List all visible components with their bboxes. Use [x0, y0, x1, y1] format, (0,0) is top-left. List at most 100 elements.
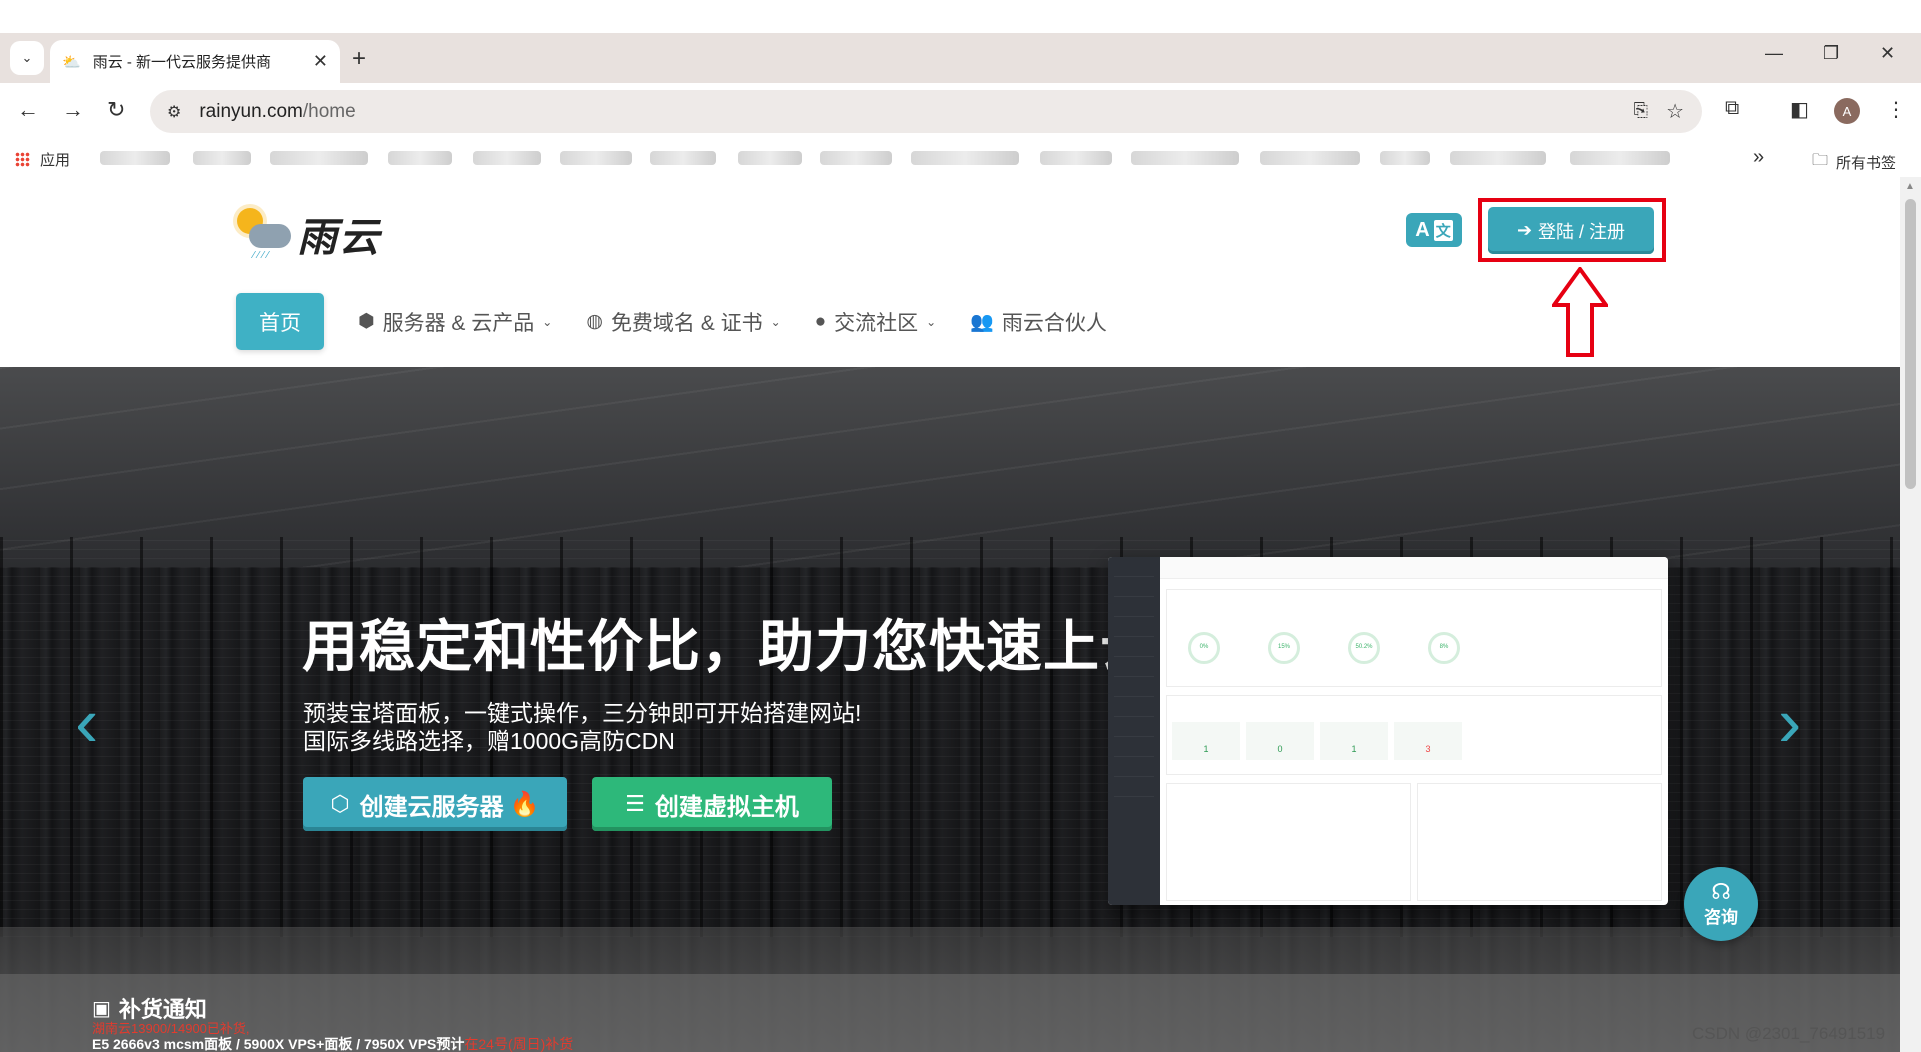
nav-community-label: 交流社区: [834, 311, 919, 335]
comment-icon: ●: [814, 310, 827, 332]
window-close-icon[interactable]: ✕: [1880, 43, 1895, 64]
nav-servers-label: 服务器 & 云产品: [382, 311, 535, 335]
tab-close-icon[interactable]: ✕: [313, 51, 328, 72]
tab-bar: ⌄ ⛅ 雨云 - 新一代云服务提供商 ✕ + — ❐ ✕: [0, 33, 1921, 83]
nav-partner[interactable]: 👥 雨云合伙人: [970, 307, 1107, 337]
chevron-down-icon: ⌄: [542, 314, 553, 329]
cube-icon: ⬡: [330, 791, 350, 816]
rainyun-favicon-icon: ⛅: [62, 53, 81, 71]
address-bar[interactable]: ⚙ rainyun.com/home ⎘ ☆: [150, 90, 1702, 133]
tab-title: 雨云 - 新一代云服务提供商: [92, 54, 272, 71]
tab-search-dropdown[interactable]: ⌄: [10, 41, 44, 75]
bookmark-item-blurred[interactable]: [388, 151, 452, 165]
notice-line-2: E5 2666v3 mcsm面板 / 5900X VPS+面板 / 7950X …: [92, 1036, 574, 1052]
consult-button[interactable]: ☊ 咨询: [1684, 867, 1758, 941]
page-scrollbar[interactable]: ▲: [1900, 177, 1921, 1052]
install-app-icon[interactable]: ⎘: [1634, 100, 1648, 121]
bookmark-item-blurred[interactable]: [738, 151, 802, 165]
globe-icon: ◍: [586, 311, 603, 332]
site-logo[interactable]: ⁄⁄⁄⁄ 雨云: [235, 205, 381, 263]
overview-card: 0: [1246, 722, 1314, 760]
carousel-next-icon[interactable]: ›: [1778, 682, 1801, 762]
chevron-down-icon: ⌄: [770, 314, 781, 329]
lang-zh: 文: [1433, 219, 1453, 241]
panel-traffic: [1417, 783, 1662, 901]
nav-domains[interactable]: ◍ 免费域名 & 证书 ⌄: [586, 307, 780, 337]
panel-topbar: [1160, 557, 1668, 579]
url-text[interactable]: rainyun.com/home: [199, 101, 355, 123]
bookmark-item-blurred[interactable]: [193, 151, 251, 165]
page-viewport: ⁄⁄⁄⁄ 雨云 A 文 ➔ 登陆 / 注册 首页 ⬢ 服务器 & 云产品 ⌄ ◍…: [0, 177, 1900, 1052]
bookmark-item-blurred[interactable]: [473, 151, 541, 165]
create-virtual-host-button[interactable]: ☰ 创建虚拟主机: [592, 777, 832, 831]
apps-label: 应用: [40, 152, 71, 169]
restore-icon[interactable]: ❐: [1823, 43, 1839, 64]
address-toolbar: ← → ↻ ⚙ rainyun.com/home ⎘ ☆ ⧉ ◧ A ⋮: [0, 83, 1921, 140]
users-icon: 👥: [970, 311, 994, 333]
bookmark-item-blurred[interactable]: [1260, 151, 1360, 165]
inbox-icon: ▣: [92, 997, 111, 1020]
nav-community[interactable]: ● 交流社区 ⌄: [815, 307, 937, 337]
bookmark-item-blurred[interactable]: [1040, 151, 1112, 165]
scroll-thumb[interactable]: [1905, 199, 1916, 489]
bookmark-star-icon[interactable]: ☆: [1666, 99, 1684, 124]
bookmark-apps[interactable]: 应用: [15, 149, 70, 170]
hero-subtitle-2: 国际多线路选择，赠1000G高防CDN: [303, 728, 675, 754]
menu-kebab-icon[interactable]: ⋮: [1886, 97, 1906, 122]
site-info-icon[interactable]: ⚙: [167, 102, 181, 122]
nav-home[interactable]: 首页: [236, 293, 324, 350]
all-bookmarks[interactable]: 🗀 所有书签: [1812, 149, 1896, 176]
top-strip: [0, 0, 1921, 33]
bookmark-item-blurred[interactable]: [1131, 151, 1239, 165]
status-ring: 50.2%: [1348, 632, 1380, 664]
all-bookmarks-label: 所有书签: [1836, 155, 1897, 172]
consult-label: 咨询: [1704, 907, 1738, 927]
panel-software: [1166, 783, 1411, 901]
browser-tab[interactable]: ⛅ 雨云 - 新一代云服务提供商 ✕: [50, 40, 340, 83]
minimize-icon[interactable]: —: [1765, 43, 1783, 64]
profile-avatar[interactable]: A: [1834, 98, 1860, 124]
carousel-prev-icon[interactable]: ‹: [75, 682, 98, 762]
create-cloud-server-button[interactable]: ⬡ 创建云服务器 🔥: [303, 777, 567, 831]
restock-notice: ▣ 补货通知 湖南云13900/14900已补货, E5 2666v3 mcsm…: [0, 974, 1900, 1052]
chevron-down-icon: ⌄: [926, 314, 937, 329]
bookmark-item-blurred[interactable]: [911, 151, 1019, 165]
side-panel-icon[interactable]: ◧: [1790, 97, 1809, 122]
bookmark-item-blurred[interactable]: [1570, 151, 1670, 165]
forward-icon[interactable]: →: [62, 97, 84, 123]
overview-card: 1: [1172, 722, 1240, 760]
back-icon[interactable]: ←: [17, 97, 39, 123]
hero-title: 用稳定和性价比，助力您快速上云: [302, 615, 1157, 678]
language-switch-button[interactable]: A 文: [1406, 213, 1462, 247]
bookmark-item-blurred[interactable]: [820, 151, 892, 165]
overview-card: 3: [1394, 722, 1462, 760]
nav-partner-label: 雨云合伙人: [1001, 311, 1107, 335]
cubes-icon: ⬢: [358, 311, 375, 332]
panel-sidebar: [1108, 557, 1160, 905]
lang-a: A: [1415, 218, 1430, 241]
server-icon: ☰: [625, 791, 645, 816]
folder-icon: 🗀: [1812, 152, 1829, 169]
watermark: CSDN @2301_76491519: [1692, 1024, 1886, 1043]
new-tab-button[interactable]: +: [352, 45, 366, 73]
bookmark-item-blurred[interactable]: [1380, 151, 1430, 165]
headset-icon: ☊: [1711, 878, 1731, 904]
reload-icon[interactable]: ↻: [107, 97, 125, 123]
status-ring: 0%: [1188, 632, 1220, 664]
bookmark-item-blurred[interactable]: [270, 151, 368, 165]
logo-text: 雨云: [297, 216, 381, 260]
apps-grid-icon: [15, 152, 30, 167]
status-ring: 15%: [1268, 632, 1300, 664]
panel-status: [1166, 589, 1662, 687]
rainyun-logo-icon: ⁄⁄⁄⁄: [235, 208, 295, 261]
bookmark-item-blurred[interactable]: [560, 151, 632, 165]
nav-servers[interactable]: ⬢ 服务器 & 云产品 ⌄: [358, 307, 552, 337]
status-ring: 8%: [1428, 632, 1460, 664]
extensions-icon[interactable]: ⧉: [1725, 97, 1739, 120]
scroll-up-icon[interactable]: ▲: [1905, 181, 1915, 192]
bookmark-item-blurred[interactable]: [650, 151, 716, 165]
highlight-box: [1478, 198, 1666, 262]
bookmark-item-blurred[interactable]: [100, 151, 170, 165]
bookmark-item-blurred[interactable]: [1450, 151, 1546, 165]
bookmarks-overflow-icon[interactable]: »: [1753, 146, 1764, 169]
